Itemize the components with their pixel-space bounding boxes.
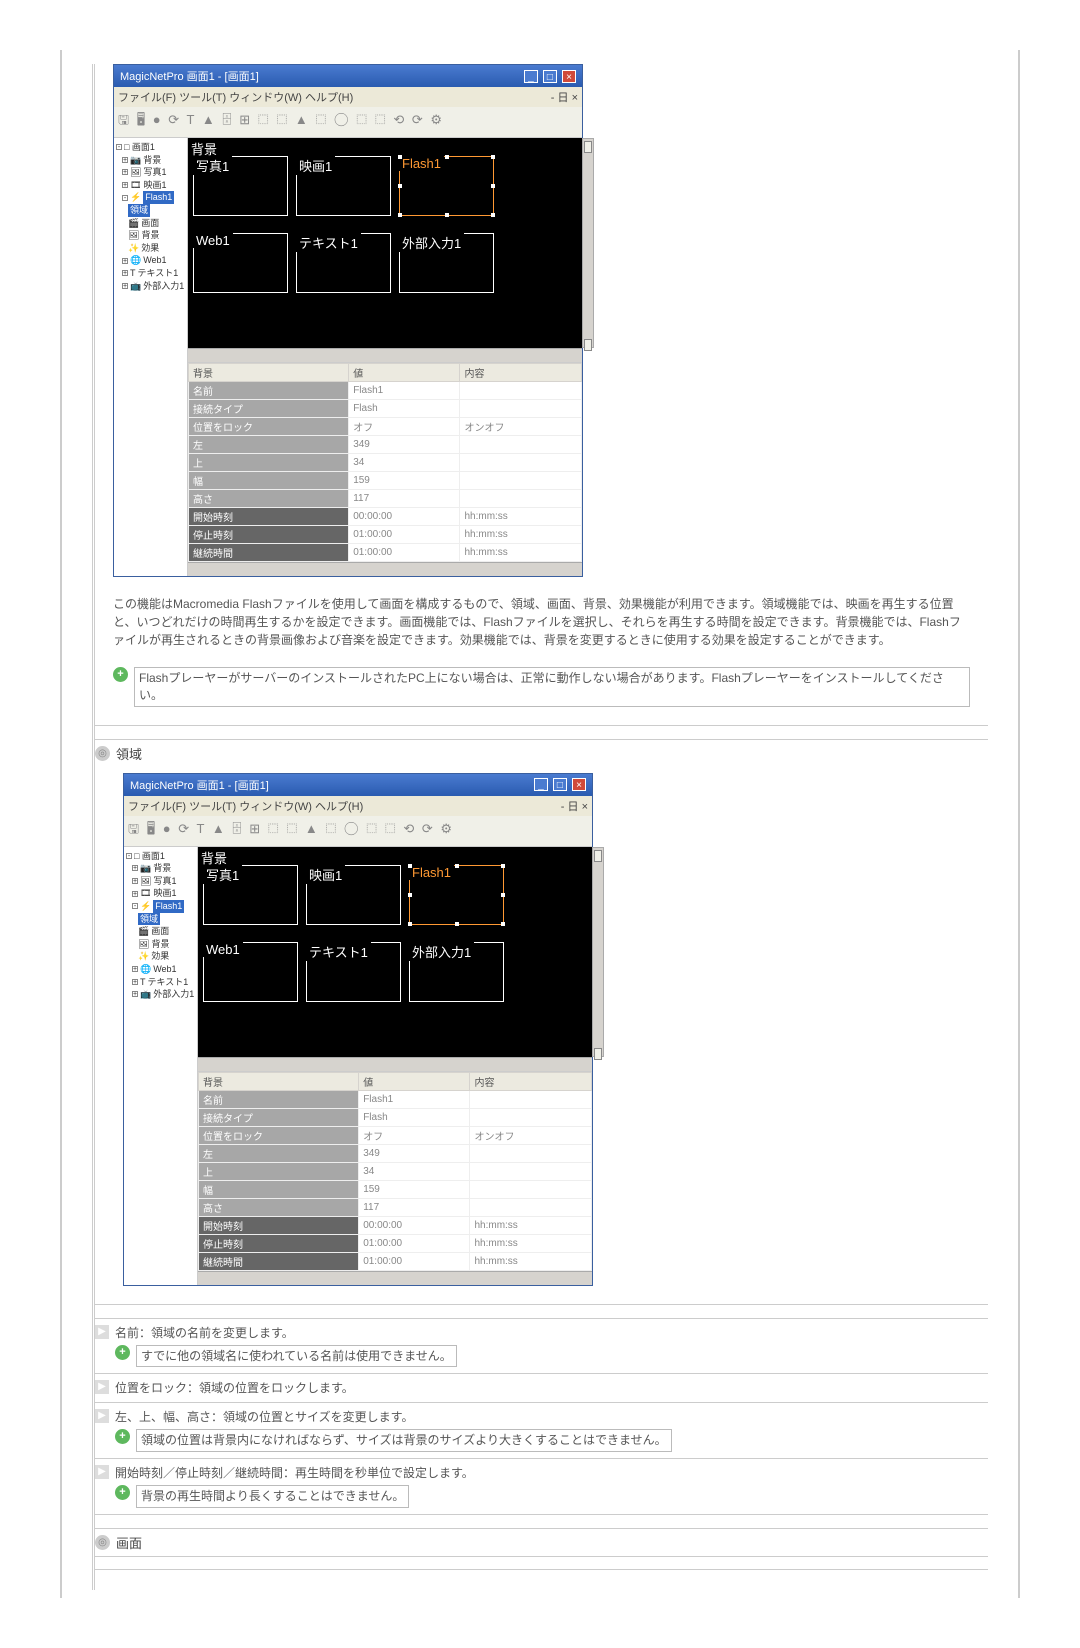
- section-area-title: 領域: [116, 744, 142, 763]
- section-area: ◎ 領域: [95, 739, 988, 767]
- item-name: ▶ 名前：領域の名前を変更します。 + すでに他の領域名に使われている名前は使用…: [95, 1318, 988, 1374]
- section-screen: ◎ 画面: [95, 1528, 988, 1556]
- app-window-1: MagicNetPro 画面1 - [画面1] _ □ × ファイル(F) ツー…: [113, 64, 583, 577]
- plus-icon: +: [115, 1429, 130, 1444]
- tip-1-text: FlashプレーヤーがサーバーのインストールされたPC上にない場合は、正常に動作…: [134, 667, 970, 707]
- item-time-tip: 背景の再生時間より長くすることはできません。: [136, 1485, 409, 1508]
- slot-movie1-2[interactable]: 映画1: [306, 865, 401, 925]
- window-title: MagicNetPro 画面1 - [画面1]: [120, 68, 259, 84]
- minimize-button[interactable]: _: [524, 70, 538, 83]
- slot-text1[interactable]: テキスト1: [296, 233, 391, 293]
- slot-flash1-2[interactable]: Flash1: [409, 865, 504, 925]
- plus-icon: +: [115, 1485, 130, 1500]
- item-pos-tip: 領域の位置は背景内になければならず、サイズは背景のサイズより大きくすることはでき…: [136, 1429, 672, 1452]
- props-hscroll-2[interactable]: [198, 1271, 592, 1285]
- slot-flash1[interactable]: Flash1: [399, 156, 494, 216]
- plus-icon: +: [113, 667, 128, 682]
- mdi-buttons[interactable]: - 日 ×: [551, 89, 578, 105]
- layout-canvas[interactable]: 背景 写真1 映画1 Flash1 Web1 テキスト1 外部入力1: [188, 138, 582, 348]
- close-button-2[interactable]: ×: [572, 778, 586, 791]
- title-bar[interactable]: MagicNetPro 画面1 - [画面1] _ □ ×: [114, 65, 582, 87]
- menu-bar-2[interactable]: ファイル(F) ツール(T) ウィンドウ(W) ヘルプ(H) - 日 ×: [124, 796, 592, 816]
- tip-1: + FlashプレーヤーがサーバーのインストールされたPC上にない場合は、正常に…: [113, 667, 970, 707]
- item-pos-text: 左、上、幅、高さ：領域の位置とサイズを変更します。: [115, 1408, 413, 1425]
- tree-view-2[interactable]: -□ 画面1 +📷 背景 +🖼 写真1 +🎞 映画1 -⚡ Flash1 領域 …: [124, 847, 198, 1285]
- minimize-button-2[interactable]: _: [534, 778, 548, 791]
- canvas-vscroll[interactable]: [582, 138, 594, 348]
- item-bullet-icon: ▶: [95, 1409, 109, 1423]
- description-text: この機能はMacromedia Flashファイルを使用して画面を構成するもので…: [113, 595, 970, 649]
- slot-movie1[interactable]: 映画1: [296, 156, 391, 216]
- plus-icon: +: [115, 1345, 130, 1360]
- props-hscroll[interactable]: [188, 562, 582, 576]
- item-lock-text: 位置をロック：領域の位置をロックします。: [115, 1379, 354, 1396]
- title-bar-2[interactable]: MagicNetPro 画面1 - [画面1] _ □ ×: [124, 774, 592, 796]
- layout-canvas-2[interactable]: 背景 写真1 映画1 Flash1 Web1 テキスト1 外部入力1: [198, 847, 592, 1057]
- property-grid-2[interactable]: 背景値内容 名前Flash1 接続タイプFlash 位置をロックオフオンオフ 左…: [198, 1071, 592, 1271]
- item-name-tip: すでに他の領域名に使われている名前は使用できません。: [136, 1345, 457, 1368]
- menu-items[interactable]: ファイル(F) ツール(T) ウィンドウ(W) ヘルプ(H): [118, 89, 353, 105]
- item-name-text: 名前：領域の名前を変更します。: [115, 1324, 294, 1341]
- window-buttons: _ □ ×: [522, 70, 576, 83]
- slot-photo1[interactable]: 写真1: [193, 156, 288, 216]
- item-pos: ▶ 左、上、幅、高さ：領域の位置とサイズを変更します。 + 領域の位置は背景内に…: [95, 1402, 988, 1458]
- canvas-vscroll-2[interactable]: [592, 847, 604, 1057]
- slot-web1-2[interactable]: Web1: [203, 942, 298, 1002]
- item-lock: ▶ 位置をロック：領域の位置をロックします。: [95, 1373, 988, 1402]
- tree-selected-flash: Flash1: [143, 191, 174, 204]
- item-bullet-icon: ▶: [95, 1380, 109, 1394]
- canvas-hscroll[interactable]: [188, 348, 582, 362]
- item-time: ▶ 開始時刻／停止時刻／継続時間：再生時間を秒単位で設定します。 + 背景の再生…: [95, 1458, 988, 1514]
- toolbar-2[interactable]: 🖫 🖥 ● ⟳ T ▲ 🗄 ⊞ ⬚ ⬚ ▲ ⬚ ◯ ⬚ ⬚ ⟲ ⟳ ⚙: [124, 816, 592, 847]
- bullet-icon: ◎: [95, 746, 110, 761]
- slot-text1-2[interactable]: テキスト1: [306, 942, 401, 1002]
- tree-view[interactable]: -□ 画面1 +📷 背景 +🖼 写真1 +🎞 映画1 -⚡ Flash1 領域 …: [114, 138, 188, 576]
- slot-ext1-2[interactable]: 外部入力1: [409, 942, 504, 1002]
- item-bullet-icon: ▶: [95, 1465, 109, 1479]
- tree-selected-area: 領域: [128, 204, 150, 217]
- menu-bar[interactable]: ファイル(F) ツール(T) ウィンドウ(W) ヘルプ(H) - 日 ×: [114, 87, 582, 107]
- slot-ext1[interactable]: 外部入力1: [399, 233, 494, 293]
- section-screen-title: 画面: [116, 1533, 142, 1552]
- slot-photo1-2[interactable]: 写真1: [203, 865, 298, 925]
- canvas-hscroll-2[interactable]: [198, 1057, 592, 1071]
- item-bullet-icon: ▶: [95, 1325, 109, 1339]
- property-grid[interactable]: 背景値内容 名前Flash1 接続タイプFlash 位置をロックオフオンオフ 左…: [188, 362, 582, 562]
- bullet-icon: ◎: [95, 1535, 110, 1550]
- toolbar[interactable]: 🖫 🖥 ● ⟳ T ▲ 🗄 ⊞ ⬚ ⬚ ▲ ⬚ ◯ ⬚ ⬚ ⟲ ⟳ ⚙: [114, 107, 582, 138]
- slot-web1[interactable]: Web1: [193, 233, 288, 293]
- maximize-button-2[interactable]: □: [553, 778, 567, 791]
- maximize-button[interactable]: □: [543, 70, 557, 83]
- item-time-text: 開始時刻／停止時刻／継続時間：再生時間を秒単位で設定します。: [115, 1464, 474, 1481]
- close-button[interactable]: ×: [562, 70, 576, 83]
- app-window-2: MagicNetPro 画面1 - [画面1] _ □ × ファイル(F) ツー…: [123, 773, 593, 1286]
